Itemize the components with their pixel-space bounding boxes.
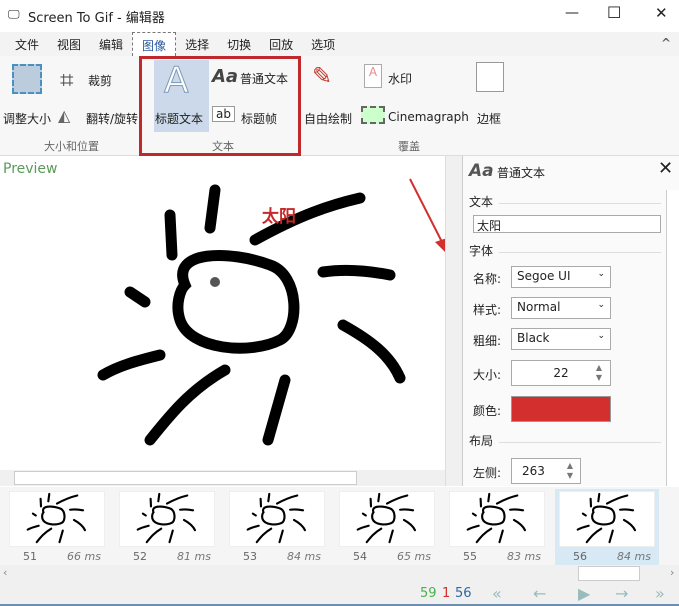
font-weight-label: 粗细: [473, 334, 502, 348]
text-input[interactable]: 太阳 [473, 215, 661, 233]
font-name-select[interactable]: Segoe UI ⌄ [511, 266, 611, 288]
frame-delay: 84 ms [287, 550, 321, 563]
first-frame-button[interactable]: « [492, 584, 502, 603]
frame-delay: 66 ms [67, 550, 101, 563]
current-frame: 56 [455, 586, 472, 601]
frame-thumbnail[interactable]: 55 83 ms [445, 489, 549, 565]
frame-delay: 83 ms [507, 550, 541, 563]
previous-frame-button[interactable]: ← [533, 584, 546, 603]
font-size-label: 大小: [473, 368, 502, 382]
frame-thumbnail[interactable]: 52 81 ms [115, 489, 219, 565]
frame-number: 56 [573, 550, 587, 563]
text-properties-panel: Aa 普通文本 ✕ 文本 太阳 字体 名称: Segoe UI ⌄ 样式: Nor… [462, 156, 679, 486]
frame-thumbnail[interactable]: 56 84 ms [555, 489, 659, 565]
panel-title-icon: Aa [469, 161, 494, 181]
selected-count: 1 [442, 586, 451, 601]
frame-thumbnail[interactable]: 53 84 ms [225, 489, 329, 565]
frame-delay: 81 ms [177, 550, 211, 563]
annotation-arrow [409, 178, 447, 254]
frame-strip: 51 66 ms 52 81 ms 53 84 ms 54 65 ms 55 83 ms 56 84 … [0, 487, 679, 565]
preview-horizontal-scrollbar[interactable] [0, 470, 445, 486]
collapse-ribbon-button[interactable]: ^ [652, 32, 679, 54]
frame-delay: 84 ms [617, 550, 651, 563]
font-style-select[interactable]: Normal ⌄ [511, 297, 611, 319]
frame-image [449, 491, 545, 547]
panel-scrollbar[interactable] [666, 190, 679, 486]
section-text: 文本 [469, 195, 494, 209]
frame-strip-scrollbar[interactable]: ‹ › [0, 565, 679, 582]
scroll-thumb[interactable] [14, 471, 357, 485]
border-icon [476, 62, 504, 92]
frame-image [9, 491, 105, 547]
next-frame-button[interactable]: → [615, 584, 628, 603]
preview-canvas[interactable]: Preview 太阳 [0, 156, 447, 470]
last-frame-button[interactable]: » [655, 584, 665, 603]
maximize-button[interactable]: ☐ [607, 3, 621, 22]
panel-close-button[interactable]: ✕ [658, 158, 673, 179]
status-bar: 59 1 56 « ← ▶ → » [0, 582, 679, 606]
frame-image [339, 491, 435, 547]
frame-number: 53 [243, 550, 257, 563]
font-name-label: 名称: [473, 272, 502, 286]
frame-thumbnail[interactable]: 54 65 ms [335, 489, 439, 565]
border-button[interactable]: 边框 [477, 110, 501, 127]
color-picker[interactable] [511, 396, 611, 422]
left-stepper[interactable]: 263 ▲ ▼ [511, 458, 581, 484]
play-button[interactable]: ▶ [578, 584, 590, 603]
scroll-thumb[interactable] [578, 566, 640, 581]
frame-number: 55 [463, 550, 477, 563]
frame-number: 52 [133, 550, 147, 563]
frame-number: 51 [23, 550, 37, 563]
font-weight-select[interactable]: Black ⌄ [511, 328, 611, 350]
total-frames: 59 [420, 586, 437, 601]
panel-title: 普通文本 [497, 166, 546, 180]
sun-drawing [0, 0, 445, 470]
left-label: 左侧: [473, 466, 502, 480]
frame-number: 54 [353, 550, 367, 563]
overlay-text[interactable]: 太阳 [262, 202, 296, 227]
frame-image [229, 491, 325, 547]
section-layout: 布局 [469, 434, 494, 448]
color-label: 颜色: [473, 404, 502, 418]
close-button[interactable]: ✕ [655, 4, 668, 22]
preview-vertical-scrollbar[interactable] [445, 156, 462, 486]
frame-image [119, 491, 215, 547]
frame-image [559, 491, 655, 547]
section-font: 字体 [469, 244, 494, 258]
font-style-label: 样式: [473, 303, 502, 317]
frame-thumbnail[interactable]: 51 66 ms [5, 489, 109, 565]
minimize-button[interactable]: — [565, 5, 579, 21]
frame-delay: 65 ms [397, 550, 431, 563]
font-size-stepper[interactable]: 22 ▲ ▼ [511, 360, 611, 386]
